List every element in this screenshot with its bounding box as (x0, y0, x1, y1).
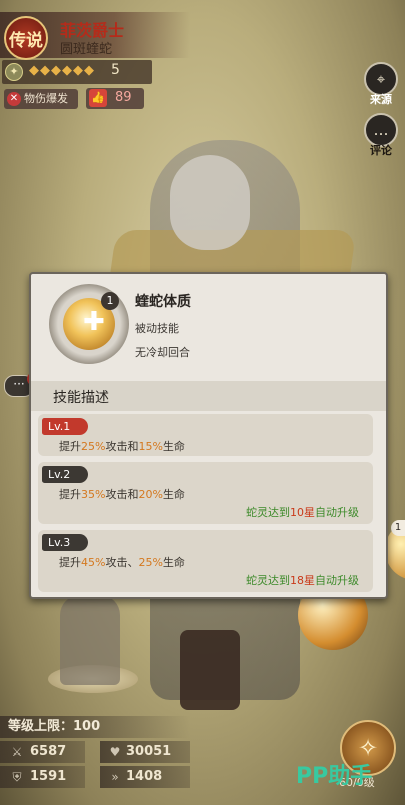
skill-detail-popup: ✚ 1 蝰蛇体质 被动技能 无冷却回合 技能描述 Lv.1 提升25%攻击和15… (29, 272, 388, 599)
level-effect-text: 提升35%攻击和20%生命 (59, 488, 185, 501)
heart-icon: ♥ (109, 745, 121, 759)
level-upgrade-requirement: 蛇灵达到18星自动升级 (246, 574, 359, 587)
speed-value: 1408 (126, 769, 163, 784)
level-upgrade-requirement: 蛇灵达到10星自动升级 (246, 506, 359, 519)
star-level-icon: ✦ (5, 63, 23, 81)
hp-value: 30051 (126, 744, 172, 759)
skill-level-card: Lv.3 提升45%攻击、25%生命 蛇灵达到18星自动升级 (38, 530, 373, 592)
level-cap: 等级上限：100 (0, 716, 190, 738)
comment-button-label[interactable]: 评论 (370, 142, 392, 158)
side-count-badge: 1 (391, 520, 405, 536)
hero-art-boots (180, 630, 240, 710)
level-cap-label: 等级上限： (8, 719, 74, 734)
shield-icon: ⛨ (12, 770, 22, 784)
level-effect-text: 提升45%攻击、25%生命 (59, 556, 185, 569)
level-cap-value: 100 (73, 719, 101, 734)
source-button-label[interactable]: 来源 (370, 91, 392, 107)
hero-art-head (170, 155, 250, 250)
skill-name: 蝰蛇体质 (135, 294, 191, 310)
attack-value: 6587 (30, 744, 67, 759)
like-count: 89 (115, 90, 132, 105)
mini-hero-figure (60, 595, 120, 685)
hero-subtitle: 圆斑蝰蛇 (60, 42, 113, 57)
level-tag: Lv.1 (42, 418, 88, 435)
skill-desc-title: 技能描述 (53, 390, 109, 406)
rarity-badge: 传说 (4, 16, 48, 60)
skill-level-card: Lv.1 提升25%攻击和15%生命 (38, 414, 373, 456)
holy-cross-icon: ✚ (83, 307, 105, 337)
defense-value: 1591 (30, 769, 67, 784)
thumbs-up-icon[interactable]: 👍 (89, 89, 107, 107)
crossed-swords-icon: ✕ (7, 92, 21, 106)
level-tag: Lv.3 (42, 534, 88, 551)
speed-icon: » (111, 770, 119, 784)
skill-level-badge: 1 (101, 292, 119, 310)
skill-cooldown: 无冷却回合 (135, 346, 190, 359)
star-count: 5 (111, 62, 120, 78)
sword-icon: ⚔ (11, 745, 23, 759)
skill-level-card: Lv.2 提升35%攻击和20%生命 蛇灵达到10星自动升级 (38, 462, 373, 524)
skill-type: 被动技能 (135, 322, 179, 335)
level-tag: Lv.2 (42, 466, 88, 483)
star-diamonds: ◆◆◆◆◆◆ (29, 63, 95, 78)
watermark: PP助手 (296, 764, 373, 789)
game-screen: 传说 菲茨爵士 圆斑蝰蛇 ✦ ◆◆◆◆◆◆ 5 物伤爆发 ✕ 👍 89 ⌖ 来源… (0, 0, 405, 805)
level-effect-text: 提升25%攻击和15%生命 (59, 440, 185, 453)
